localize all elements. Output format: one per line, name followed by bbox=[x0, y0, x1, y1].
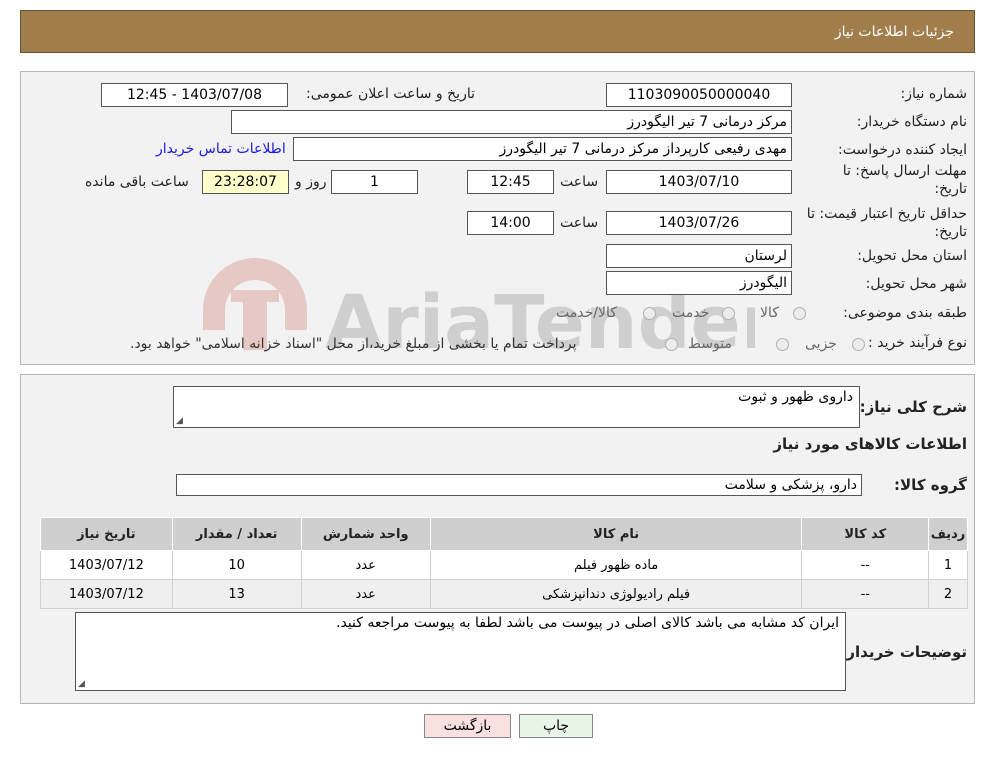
col-row-header: ردیف bbox=[928, 517, 968, 551]
buyer-notes-field: ایران کد مشابه می باشد کالای اصلی در پیو… bbox=[75, 612, 846, 691]
province-label: استان محل تحویل: bbox=[857, 248, 967, 264]
item-quantity: 13 bbox=[171, 579, 302, 609]
item-unit: عدد bbox=[300, 550, 431, 580]
need-number-field: 1103090050000040 bbox=[606, 83, 792, 107]
process-small-radio[interactable] bbox=[852, 338, 865, 351]
item-name: ماده ظهور فیلم bbox=[429, 550, 803, 580]
category-service-radio[interactable] bbox=[722, 307, 735, 320]
announce-field: 1403/07/08 - 12:45 bbox=[101, 83, 288, 107]
row-number: 1 bbox=[928, 550, 968, 580]
process-medium-label: متوسط bbox=[688, 336, 732, 352]
buyer-notes-label: توضیحات خریدار: bbox=[840, 643, 967, 661]
deadline-label: مهلت ارسال پاسخ: تا bbox=[842, 163, 967, 179]
col-date-header: تاریخ نیاز bbox=[40, 517, 173, 551]
item-unit: عدد bbox=[300, 579, 431, 609]
buyer-notes-text: ایران کد مشابه می باشد کالای اصلی در پیو… bbox=[336, 615, 839, 631]
item-need-date: 1403/07/12 bbox=[40, 550, 173, 580]
city-field: الیگودرز bbox=[606, 271, 792, 295]
days-field: 1 bbox=[331, 170, 418, 194]
announce-label: تاریخ و ساعت اعلان عمومی: bbox=[306, 86, 475, 102]
goods-group-field: دارو، پزشکی و سلامت bbox=[176, 474, 862, 496]
buyer-label: نام دستگاه خریدار: bbox=[856, 114, 967, 130]
validity-time-label: ساعت bbox=[560, 215, 599, 231]
validity-time-field: 14:00 bbox=[467, 211, 554, 235]
need-number-label: شماره نیاز: bbox=[900, 86, 968, 102]
description-label: شرح کلی نیاز: bbox=[859, 398, 967, 416]
item-quantity: 10 bbox=[171, 550, 302, 580]
process-medium-radio[interactable] bbox=[776, 338, 789, 351]
validity-label-2: تاریخ: bbox=[934, 224, 967, 240]
page-title: جزئیات اطلاعات نیاز bbox=[834, 24, 954, 40]
remaining-time-field: 23:28:07 bbox=[202, 170, 289, 194]
creator-label: ایجاد کننده درخواست: bbox=[838, 142, 967, 158]
deadline-time-field: 12:45 bbox=[467, 170, 554, 194]
buyer-contact-link[interactable]: اطلاعات تماس خریدار bbox=[156, 141, 286, 157]
table-header-row: ردیف کد کالا نام کالا واحد شمارش تعداد /… bbox=[40, 517, 968, 551]
item-name: فیلم رادیولوژی دندانپزشکی bbox=[429, 579, 803, 609]
validity-label: حداقل تاریخ اعتبار قیمت: تا bbox=[806, 206, 967, 222]
col-unit-header: واحد شمارش bbox=[300, 517, 431, 551]
process-small-label: جزیی bbox=[805, 336, 837, 352]
item-need-date: 1403/07/12 bbox=[40, 579, 173, 609]
payment-note: پرداخت تمام یا بخشی از مبلغ خرید،از محل … bbox=[130, 336, 577, 352]
description-text: داروی ظهور و ثبوت bbox=[738, 389, 853, 405]
category-service-label: خدمت bbox=[672, 305, 710, 321]
resize-grip-icon[interactable]: ◢ bbox=[78, 679, 85, 689]
goods-table: ردیف کد کالا نام کالا واحد شمارش تعداد /… bbox=[40, 517, 968, 609]
province-field: لرستان bbox=[606, 244, 792, 268]
item-code: -- bbox=[801, 579, 930, 609]
resize-grip-icon[interactable]: ◢ bbox=[176, 416, 183, 426]
category-label: طبقه بندی موضوعی: bbox=[843, 305, 967, 321]
buyer-field: مرکز درمانی 7 تیر الیگودرز bbox=[231, 110, 792, 134]
deadline-label-2: تاریخ: bbox=[934, 181, 967, 197]
goods-info-title: اطلاعات کالاهای مورد نیاز bbox=[773, 435, 967, 453]
print-button[interactable]: چاپ bbox=[519, 714, 593, 738]
row-number: 2 bbox=[928, 579, 968, 609]
category-goods-label: کالا bbox=[760, 305, 779, 321]
payment-treasury-radio[interactable] bbox=[665, 338, 678, 351]
category-both-radio[interactable] bbox=[643, 307, 656, 320]
days-label: روز و bbox=[295, 174, 327, 190]
table-row: 1 -- ماده ظهور فیلم عدد 10 1403/07/12 bbox=[40, 550, 968, 580]
city-label: شهر محل تحویل: bbox=[865, 276, 967, 292]
category-goods-radio[interactable] bbox=[793, 307, 806, 320]
validity-date-field: 1403/07/26 bbox=[606, 211, 792, 235]
remaining-label: ساعت باقی مانده bbox=[85, 174, 189, 190]
page-header: جزئیات اطلاعات نیاز bbox=[20, 10, 975, 53]
col-name-header: نام کالا bbox=[429, 517, 803, 551]
goods-group-label: گروه کالا: bbox=[894, 476, 967, 494]
col-code-header: کد کالا bbox=[801, 517, 930, 551]
back-button[interactable]: بازگشت bbox=[424, 714, 511, 738]
category-both-label: کالا/خدمت bbox=[556, 305, 617, 321]
description-field: داروی ظهور و ثبوت ◢ bbox=[173, 386, 860, 428]
process-label: نوع فرآیند خرید : bbox=[868, 335, 967, 351]
deadline-time-label: ساعت bbox=[560, 174, 599, 190]
table-row: 2 -- فیلم رادیولوژی دندانپزشکی عدد 13 14… bbox=[40, 579, 968, 609]
item-code: -- bbox=[801, 550, 930, 580]
creator-field: مهدی رفیعی کارپرداز مرکز درمانی 7 تیر ال… bbox=[293, 137, 792, 161]
col-qty-header: تعداد / مقدار bbox=[171, 517, 302, 551]
deadline-date-field: 1403/07/10 bbox=[606, 170, 792, 194]
